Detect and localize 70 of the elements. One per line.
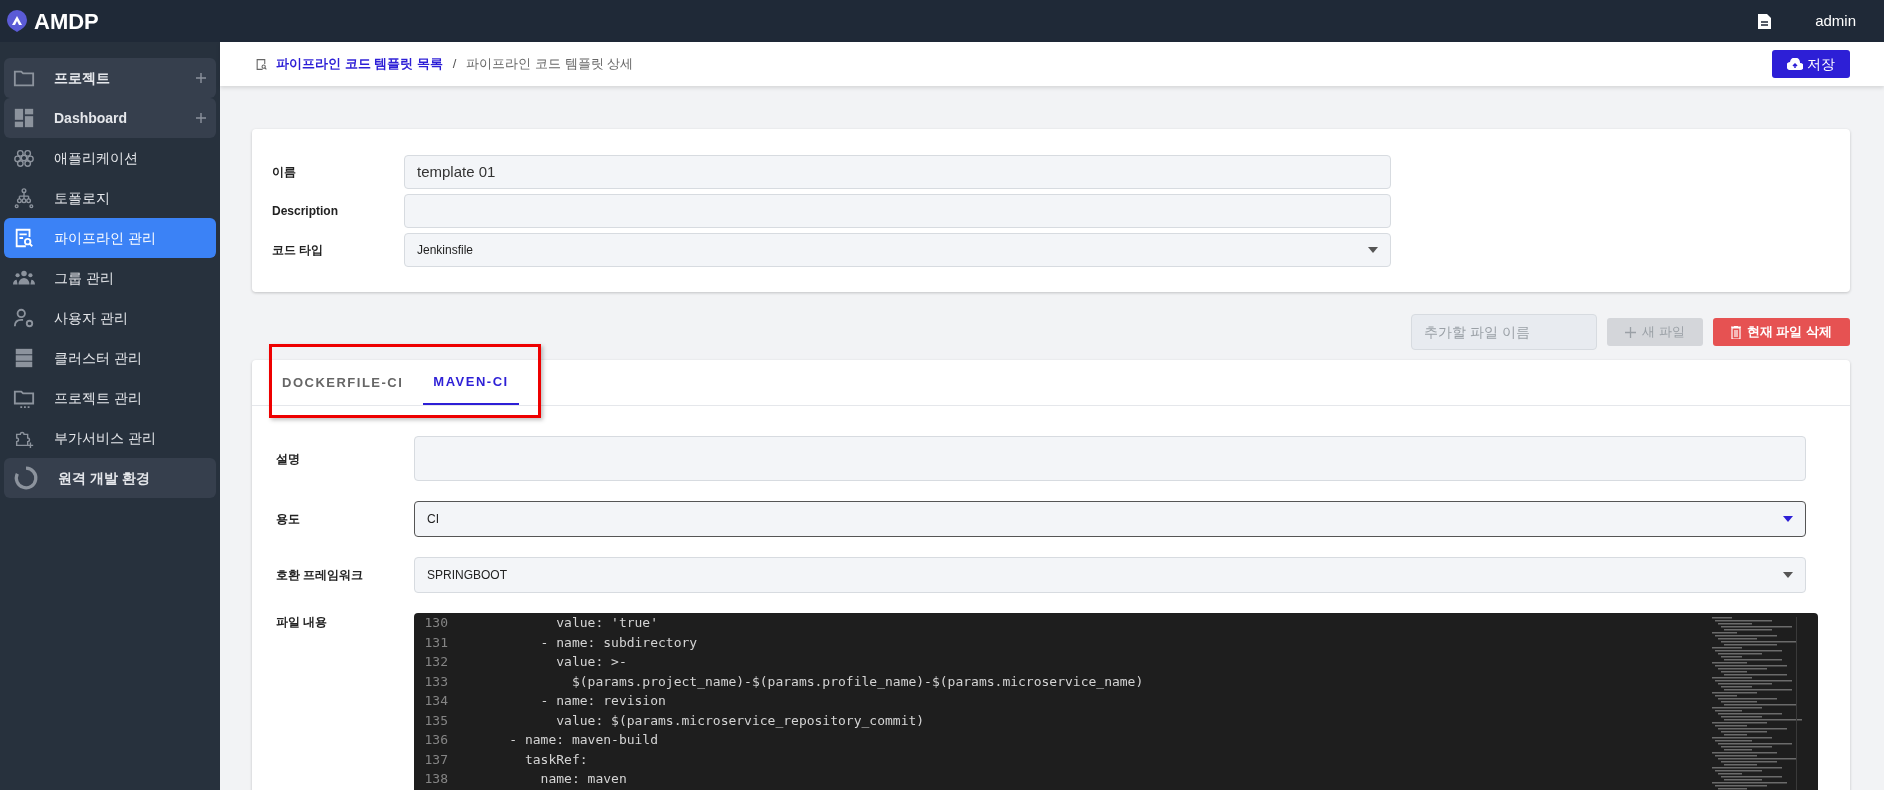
line-number: 132 xyxy=(423,653,448,671)
line-number: 130 xyxy=(423,614,448,632)
line-number: 136 xyxy=(423,731,448,749)
code-line: taskRef: xyxy=(523,750,588,769)
field-label: 설명 xyxy=(276,450,301,468)
field-label: 용도 xyxy=(276,511,301,528)
tab[interactable]: DOCKERFILE-CI xyxy=(272,361,414,405)
hierarchy-icon xyxy=(13,187,35,209)
code-line: value: 'true' xyxy=(555,614,658,632)
plus-icon[interactable] xyxy=(196,113,206,123)
sidebar-item[interactable]: 프로젝트 xyxy=(4,58,216,98)
cubes-icon xyxy=(13,147,35,169)
line-number: 134 xyxy=(423,692,448,710)
sidebar-item[interactable]: 그룹 관리 xyxy=(4,258,216,298)
select-field[interactable]: Jenkinsfile xyxy=(404,232,1391,267)
sidebar-item[interactable]: 부가서비스 관리 xyxy=(4,418,216,458)
code-line: - name: revision xyxy=(539,692,666,710)
code-line: value: >- xyxy=(555,653,627,671)
user-name[interactable]: admin xyxy=(1815,9,1856,33)
sidebar-item[interactable]: 애플리케이션 xyxy=(4,138,216,178)
document-icon[interactable] xyxy=(1758,13,1772,29)
line-number: 135 xyxy=(423,711,448,730)
file-name-field[interactable]: 추가할 파일 이름 xyxy=(1411,314,1598,350)
user-gear-icon xyxy=(13,307,35,329)
text-field[interactable]: template 01 xyxy=(404,154,1391,189)
breadcrumb-separator: / xyxy=(451,55,458,74)
field-label: 이름 xyxy=(272,163,297,181)
line-number: 133 xyxy=(423,672,448,691)
select-field[interactable]: CI xyxy=(414,501,1806,537)
tab[interactable]: MAVEN-CI xyxy=(423,361,519,405)
field-label: Description xyxy=(272,202,339,220)
breadcrumb-link[interactable]: 파이프라인 코드 템플릿 목록 xyxy=(276,54,443,74)
select-field[interactable]: SPRINGBOOT xyxy=(414,557,1806,593)
code-line: value: $(params.microservice_repository_commit) xyxy=(555,711,925,730)
trash-icon xyxy=(1730,325,1741,339)
cloud-upload-icon xyxy=(1787,58,1803,70)
sidebar-item[interactable]: 파이프라인 관리 xyxy=(4,218,216,258)
code-line: $(params.project_name)-$(params.profile_name)-$(params.microservice_name) xyxy=(570,672,1144,691)
code-line: name: maven xyxy=(539,770,627,788)
dropdown-caret-icon xyxy=(1783,516,1793,522)
dropdown-caret-icon xyxy=(1368,246,1378,253)
sidebar-item[interactable]: 사용자 관리 xyxy=(4,298,216,338)
field-label: 호환 프레임워크 xyxy=(276,567,365,584)
breadcrumb-current: 파이프라인 코드 템플릿 상세 xyxy=(466,55,634,74)
dashboard-icon xyxy=(13,107,35,129)
line-number: 131 xyxy=(423,633,448,652)
ring-icon xyxy=(13,465,39,491)
delete-file-button[interactable]: 현재 파일 삭제 xyxy=(1712,318,1850,346)
save-button[interactable]: 저장 xyxy=(1772,50,1850,78)
sidebar-item[interactable]: Dashboard xyxy=(4,98,216,138)
field-label: 파일 내용 xyxy=(276,614,329,631)
document-search-icon xyxy=(13,227,35,249)
code-line: - name: subdirectory xyxy=(539,633,698,652)
document-search-icon xyxy=(255,57,268,71)
line-number: 137 xyxy=(423,750,448,769)
sidebar-item[interactable]: 프로젝트 관리 xyxy=(4,378,216,418)
plus-icon[interactable] xyxy=(196,73,206,83)
server-icon xyxy=(13,347,35,369)
sidebar-item[interactable]: 클러스터 관리 xyxy=(4,338,216,378)
code-editor[interactable] xyxy=(414,613,1818,790)
app-logo-text: AMDP xyxy=(34,7,99,36)
logo-icon xyxy=(6,9,28,33)
dropdown-caret-icon xyxy=(1783,572,1793,578)
sidebar-item[interactable]: 원격 개발 환경 xyxy=(4,458,216,498)
sidebar-item[interactable]: 토폴로지 xyxy=(4,178,216,218)
code-line: - name: maven-build xyxy=(508,731,658,749)
plus-icon xyxy=(1625,326,1637,338)
field-label: 코드 타입 xyxy=(272,241,325,259)
text-field[interactable] xyxy=(404,193,1391,228)
line-number: 138 xyxy=(423,770,448,788)
